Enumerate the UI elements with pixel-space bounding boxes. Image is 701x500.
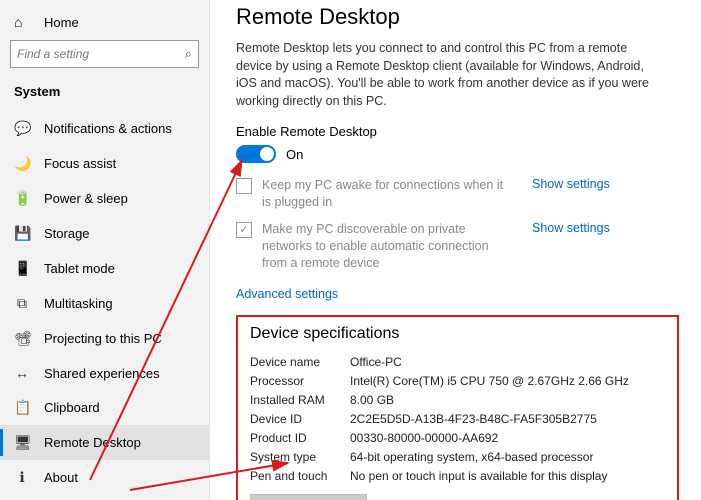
spec-row: Product ID00330-80000-00000-AA692 xyxy=(250,429,665,447)
keep-awake-checkbox[interactable] xyxy=(236,178,252,194)
sidebar-item-power-sleep[interactable]: 🔋 Power & sleep xyxy=(0,181,209,216)
sidebar-item-storage[interactable]: 💾 Storage xyxy=(0,216,209,251)
spec-row: Installed RAM8.00 GB xyxy=(250,391,665,409)
focus-assist-icon: 🌙 xyxy=(14,155,30,172)
about-icon: ℹ xyxy=(14,469,30,486)
show-settings-link-2[interactable]: Show settings xyxy=(532,221,610,235)
power-icon: 🔋 xyxy=(14,190,30,207)
search-input[interactable] xyxy=(17,47,185,61)
sidebar-item-label: Projecting to this PC xyxy=(44,331,162,346)
remote-desktop-icon: 🖥 xyxy=(14,434,30,451)
tablet-icon: 📱 xyxy=(14,260,30,277)
search-icon: ⌕ xyxy=(185,46,192,62)
sidebar-item-label: About xyxy=(44,470,78,485)
sidebar-item-shared-experiences[interactable]: ↔ Shared experiences xyxy=(0,356,209,390)
nav-list: 💬 Notifications & actions 🌙 Focus assist 🔋… xyxy=(0,111,209,495)
page-description: Remote Desktop lets you connect to and c… xyxy=(236,40,656,110)
home-link[interactable]: ⌂ Home xyxy=(0,8,209,40)
sidebar-item-label: Tablet mode xyxy=(44,261,115,276)
sidebar-item-label: Shared experiences xyxy=(44,366,160,381)
toggle-switch-icon xyxy=(236,145,276,163)
sidebar: ⌂ Home ⌕ System 💬 Notifications & actions… xyxy=(0,0,210,500)
toggle-state-label: On xyxy=(286,147,303,162)
device-spec-title: Device specifications xyxy=(250,325,665,343)
keep-awake-label: Keep my PC awake for connections when it… xyxy=(262,177,512,211)
sidebar-item-focus-assist[interactable]: 🌙 Focus assist xyxy=(0,146,209,181)
show-settings-link-1[interactable]: Show settings xyxy=(532,177,610,191)
search-input-wrapper[interactable]: ⌕ xyxy=(10,40,199,68)
projecting-icon: 📽 xyxy=(14,330,30,347)
spec-row: ProcessorIntel(R) Core(TM) i5 CPU 750 @ … xyxy=(250,372,665,390)
sidebar-item-notifications[interactable]: 💬 Notifications & actions xyxy=(0,111,209,146)
notifications-icon: 💬 xyxy=(14,120,30,137)
spec-row: Device nameOffice-PC xyxy=(250,353,665,371)
advanced-settings-link[interactable]: Advanced settings xyxy=(236,287,338,301)
storage-icon: 💾 xyxy=(14,225,30,242)
sidebar-item-label: Multitasking xyxy=(44,296,113,311)
sidebar-item-about[interactable]: ℹ About xyxy=(0,460,209,495)
sidebar-item-label: Power & sleep xyxy=(44,191,128,206)
shared-icon: ↔ xyxy=(14,365,30,381)
device-specifications-box: Device specifications Device nameOffice-… xyxy=(236,315,679,500)
sidebar-item-label: Notifications & actions xyxy=(44,121,172,136)
discoverable-checkbox[interactable]: ✓ xyxy=(236,222,252,238)
home-icon: ⌂ xyxy=(14,14,30,30)
discoverable-label: Make my PC discoverable on private netwo… xyxy=(262,221,512,272)
home-label: Home xyxy=(44,15,79,30)
rename-pc-button[interactable]: Rename this PC xyxy=(250,494,367,500)
page-title: Remote Desktop xyxy=(236,4,679,30)
sidebar-item-remote-desktop[interactable]: 🖥 Remote Desktop xyxy=(0,425,209,460)
remote-desktop-toggle[interactable]: On xyxy=(236,145,679,163)
clipboard-icon: 📋 xyxy=(14,399,30,416)
enable-label: Enable Remote Desktop xyxy=(236,124,679,139)
spec-row: System type64-bit operating system, x64-… xyxy=(250,448,665,466)
sidebar-item-label: Clipboard xyxy=(44,400,100,415)
sidebar-item-projecting[interactable]: 📽 Projecting to this PC xyxy=(0,321,209,356)
sidebar-item-label: Storage xyxy=(44,226,90,241)
sidebar-item-label: Remote Desktop xyxy=(44,435,141,450)
content-pane: Remote Desktop Remote Desktop lets you c… xyxy=(210,0,701,500)
sidebar-item-label: Focus assist xyxy=(44,156,116,171)
spec-row: Pen and touchNo pen or touch input is av… xyxy=(250,467,665,485)
sidebar-item-clipboard[interactable]: 📋 Clipboard xyxy=(0,390,209,425)
sidebar-item-multitasking[interactable]: ⧉ Multitasking xyxy=(0,286,209,321)
sidebar-item-tablet-mode[interactable]: 📱 Tablet mode xyxy=(0,251,209,286)
multitasking-icon: ⧉ xyxy=(14,295,30,312)
spec-row: Device ID2C2E5D5D-A13B-4F23-B48C-FA5F305… xyxy=(250,410,665,428)
section-header: System xyxy=(0,80,209,111)
